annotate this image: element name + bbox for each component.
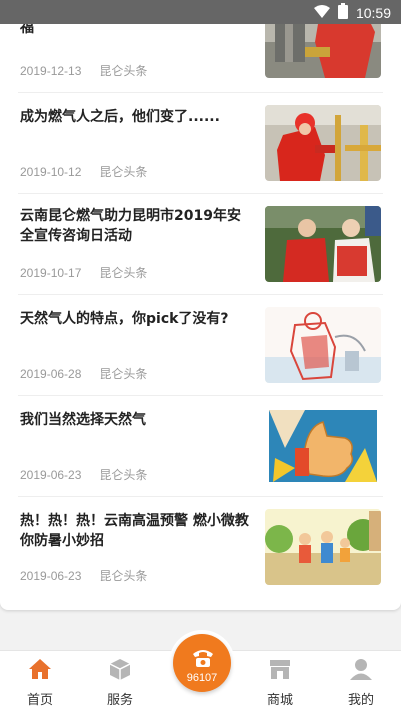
news-date: 2019-10-12	[20, 165, 82, 179]
hotline-number: 96107	[186, 672, 218, 684]
news-thumbnail	[265, 408, 381, 484]
news-thumbnail	[265, 307, 381, 383]
news-title: 我们当然选择天然气	[20, 412, 146, 428]
status-bar: 10:59	[0, 0, 401, 24]
news-date: 2019-10-17	[20, 266, 82, 280]
news-meta: 2019-06-23 昆仑头条	[20, 567, 147, 584]
news-source: 昆仑头条	[99, 468, 148, 482]
news-item[interactable]: 我们当然选择天然气 2019-06-23 昆仑头条	[0, 396, 401, 497]
news-date: 2019-06-23	[20, 468, 82, 482]
news-title: 天然气人的特点，你pick了没有?	[20, 311, 229, 327]
news-source: 昆仑头条	[99, 64, 148, 78]
news-meta: 2019-06-23 昆仑头条	[20, 466, 147, 483]
tab-mall-label: 商城	[266, 693, 293, 708]
news-item[interactable]: 天然气人的特点，你pick了没有? 2019-06-28 昆仑头条	[0, 295, 401, 396]
news-title: 云南昆仑燃气助力昆明市2019年安全宣传咨询日活动	[20, 208, 241, 244]
news-thumbnail	[265, 206, 381, 282]
news-meta: 2019-10-12 昆仑头条	[20, 163, 147, 180]
news-title: 热！热！热！云南高温预警 燃小微教你防暑小妙招	[20, 513, 249, 549]
news-thumbnail	[265, 105, 381, 181]
news-meta: 2019-12-13 昆仑头条	[20, 62, 147, 79]
tab-service[interactable]: 服务	[90, 651, 150, 710]
news-item[interactable]: 成为燃气人之后，他们变了...... 2019-10-12 昆仑头条	[0, 93, 401, 194]
news-date: 2019-06-28	[20, 367, 82, 381]
news-item[interactable]: 云南昆仑燃气助力昆明市2019年安全宣传咨询日活动 2019-10-17 昆仑头条	[0, 194, 401, 295]
home-icon	[28, 657, 52, 681]
news-title: 成为燃气人之后，他们变了......	[20, 109, 220, 125]
news-meta: 2019-06-28 昆仑头条	[20, 365, 147, 382]
tab-mall[interactable]: 商城	[250, 651, 310, 710]
tab-service-label: 服务	[106, 693, 133, 708]
news-thumbnail	[265, 509, 381, 585]
tab-mine[interactable]: 我的	[331, 651, 391, 710]
news-source: 昆仑头条	[99, 569, 148, 583]
tab-home[interactable]: 首页	[10, 651, 70, 710]
user-icon	[349, 657, 373, 681]
news-list-card: 福 2019-12-13 昆仑头条 成为燃气人之后，他们变了...... 2019…	[0, 0, 401, 610]
store-icon	[268, 657, 292, 681]
status-time: 10:59	[355, 5, 391, 21]
hotline-button[interactable]: 96107	[169, 630, 235, 696]
hotline-circle: 96107	[173, 634, 231, 692]
news-date: 2019-12-13	[20, 64, 82, 78]
news-meta: 2019-10-17 昆仑头条	[20, 264, 147, 281]
battery-icon	[337, 3, 348, 23]
tab-mine-label: 我的	[347, 693, 374, 708]
news-source: 昆仑头条	[99, 266, 148, 280]
news-source: 昆仑头条	[99, 367, 148, 381]
news-date: 2019-06-23	[20, 569, 82, 583]
news-source: 昆仑头条	[99, 165, 148, 179]
box-icon	[108, 657, 132, 681]
phone-icon	[191, 646, 215, 668]
tab-home-label: 首页	[26, 693, 53, 708]
news-item[interactable]: 热！热！热！云南高温预警 燃小微教你防暑小妙招 2019-06-23 昆仑头条	[0, 497, 401, 598]
wifi-icon	[313, 4, 330, 23]
